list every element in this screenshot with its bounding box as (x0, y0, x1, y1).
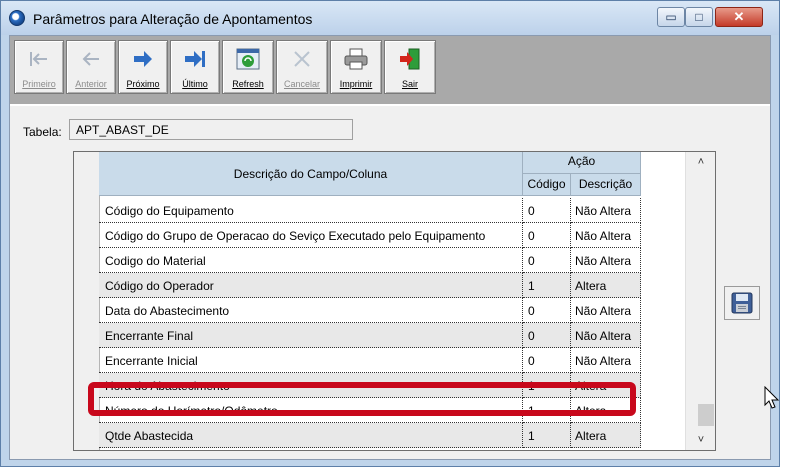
print-button[interactable]: Imprimir (330, 40, 382, 94)
cell-descricao: Altera (571, 423, 641, 448)
cell-codigo[interactable]: 1 (523, 273, 571, 298)
exit-button[interactable]: Sair (384, 40, 436, 94)
cell-descricao: Não Altera (571, 248, 641, 273)
highlight-annotation (88, 382, 636, 416)
header-codigo[interactable]: Código (523, 174, 571, 196)
cancel-button-label: Cancelar (283, 79, 321, 89)
cell-descricao: Altera (571, 273, 641, 298)
cell-codigo[interactable]: 0 (523, 323, 571, 348)
last-button[interactable]: Último (170, 40, 220, 94)
last-record-icon (171, 44, 219, 74)
scroll-thumb[interactable] (698, 404, 714, 426)
save-button[interactable] (724, 286, 760, 320)
floppy-save-icon (731, 292, 753, 314)
maximize-button[interactable]: □ (685, 7, 713, 27)
next-record-icon (119, 44, 167, 74)
cell-descricao: Não Altera (571, 198, 641, 223)
cell-descricao: Não Altera (571, 348, 641, 373)
next-button-label: Próximo (126, 79, 160, 89)
refresh-icon (223, 44, 273, 74)
exit-button-label: Sair (401, 79, 418, 89)
mouse-cursor-icon (764, 385, 780, 413)
print-button-label: Imprimir (339, 79, 373, 89)
header-acao: Ação (523, 152, 641, 174)
minimize-button[interactable]: ▭ (657, 7, 685, 27)
cell-codigo[interactable]: 0 (523, 348, 571, 373)
first-button[interactable]: Primeiro (14, 40, 64, 94)
app-icon (9, 10, 25, 26)
table-row[interactable]: Data do Abastecimento 0 Não Altera (99, 298, 641, 323)
refresh-button[interactable]: Refresh (222, 40, 274, 94)
exit-door-icon (385, 44, 435, 74)
tabela-field: APT_ABAST_DE (69, 119, 353, 140)
scroll-down-icon[interactable]: ˅ (686, 434, 715, 446)
printer-icon (331, 44, 381, 74)
table-row[interactable]: Codigo do Material 0 Não Altera (99, 248, 641, 273)
vertical-scrollbar[interactable]: ˄ ˅ (685, 152, 715, 450)
cell-codigo[interactable]: 0 (523, 248, 571, 273)
close-button[interactable]: ✕ (715, 7, 763, 27)
cell-campo: Encerrante Inicial (99, 348, 523, 373)
cell-campo: Código do Operador (99, 273, 523, 298)
table-row[interactable]: Código do Grupo de Operacao do Seviço Ex… (99, 223, 641, 248)
grid-header: Descrição do Campo/Coluna Ação Código De… (99, 152, 685, 196)
first-record-icon (15, 44, 63, 74)
window-title: Parâmetros para Alteração de Apontamento… (33, 11, 313, 27)
cancel-button[interactable]: Cancelar (276, 40, 328, 94)
previous-button-label: Anterior (75, 79, 107, 89)
cell-campo: Codigo do Material (99, 248, 523, 273)
cell-campo: Data do Abastecimento (99, 298, 523, 323)
first-button-label: Primeiro (22, 79, 56, 89)
refresh-button-label: Refresh (232, 79, 264, 89)
last-button-label: Último (182, 79, 208, 89)
table-row[interactable]: Encerrante Final 0 Não Altera (99, 323, 641, 348)
tabela-label: Tabela: (23, 125, 62, 139)
table-row[interactable]: Qtde Abastecida 1 Altera (99, 423, 641, 448)
cell-codigo[interactable]: 0 (523, 298, 571, 323)
cell-codigo[interactable]: 0 (523, 198, 571, 223)
header-descricao[interactable]: Descrição (571, 174, 641, 196)
previous-button[interactable]: Anterior (66, 40, 116, 94)
cell-descricao: Não Altera (571, 323, 641, 348)
cell-campo: Código do Equipamento (99, 198, 523, 223)
cell-campo: Encerrante Final (99, 323, 523, 348)
scroll-up-icon[interactable]: ˄ (686, 156, 715, 168)
table-row[interactable]: Código do Operador 1 Altera (99, 273, 641, 298)
table-row[interactable]: Código do Equipamento 0 Não Altera (99, 198, 641, 223)
table-row[interactable]: Encerrante Inicial 0 Não Altera (99, 348, 641, 373)
previous-record-icon (67, 44, 115, 74)
toolbar: Primeiro Anterior Próximo Último Refresh… (10, 36, 770, 106)
cell-campo: Qtde Abastecida (99, 423, 523, 448)
cell-codigo[interactable]: 0 (523, 223, 571, 248)
cell-codigo[interactable]: 1 (523, 423, 571, 448)
title-bar[interactable]: Parâmetros para Alteração de Apontamento… (1, 1, 779, 35)
cell-campo: Código do Grupo de Operacao do Seviço Ex… (99, 223, 523, 248)
cell-descricao: Não Altera (571, 223, 641, 248)
cancel-icon (277, 44, 327, 74)
cell-descricao: Não Altera (571, 298, 641, 323)
next-button[interactable]: Próximo (118, 40, 168, 94)
header-descricao-campo[interactable]: Descrição do Campo/Coluna (99, 152, 523, 196)
